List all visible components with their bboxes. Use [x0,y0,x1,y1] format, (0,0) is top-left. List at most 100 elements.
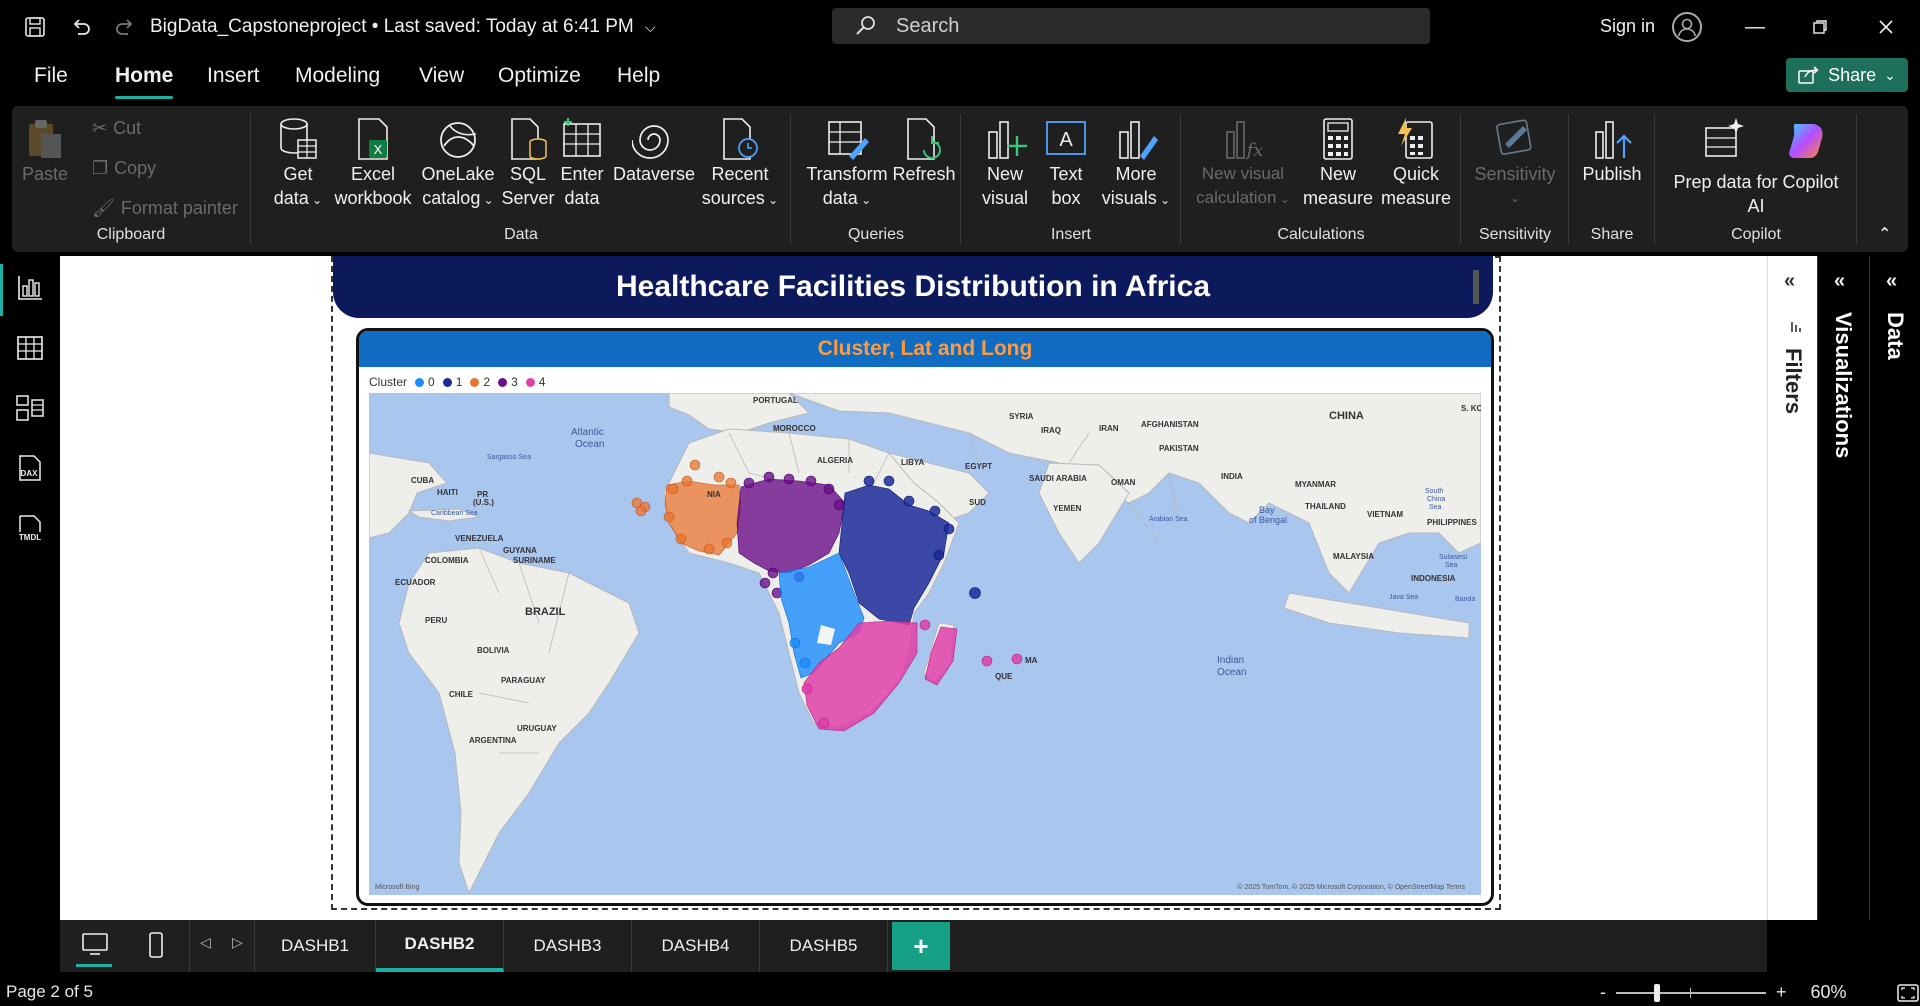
zoom-in-button[interactable]: + [1776,982,1787,1003]
visual-calculation-icon: fx [1226,121,1264,161]
map-label: ALGERIA [817,456,853,465]
visualizations-pane[interactable]: « Visualizations [1817,256,1869,920]
enter-data-button[interactable]: Enter data [554,116,610,210]
legend-label-2: 2 [483,375,491,389]
menu-file[interactable]: File [34,64,68,88]
zoom-level[interactable]: 60% [1811,982,1847,1003]
world-map[interactable]: PORTUGAL MOROCCO ALGERIA LIBYA EGYPT SYR… [369,393,1481,895]
map-label: MYANMAR [1295,480,1336,489]
restore-button[interactable] [1800,12,1840,42]
chevron-down-icon: ⌄ [1156,193,1171,207]
water-label: Bay [1259,505,1275,515]
share-button[interactable]: Share ⌄ [1786,58,1908,92]
cluster-0-point [799,657,811,669]
copy-button[interactable]: ❐ Copy [92,158,156,179]
map-attribution[interactable]: © 2025 TomTom, © 2025 Microsoft Corporat… [1237,883,1465,891]
publish-button[interactable]: Publish [1576,116,1648,186]
collapse-ribbon-icon[interactable]: ⌃ [1878,224,1891,244]
prep-data-copilot-icon-btn[interactable] [1682,116,1766,162]
map-label: MOROCCO [773,424,816,433]
desktop-layout-icon[interactable] [80,932,110,958]
sql-server-button[interactable]: SQL Server [500,116,556,210]
excel-workbook-button[interactable]: X Excel workbook [328,116,418,210]
legend-dot-1 [442,377,452,387]
paste-button[interactable]: Paste [20,116,70,186]
svg-text:fx: fx [1245,140,1264,161]
undo-icon[interactable] [68,14,94,40]
tmdl-view-icon[interactable]: TMDL [14,512,46,544]
map-label: BOLIVIA [477,646,510,655]
zoom-slider[interactable] [1616,983,1766,1002]
map-label: PAKISTAN [1159,444,1199,453]
chevron-down-icon[interactable]: ⌵ [645,19,656,35]
fit-to-page-icon[interactable] [1896,983,1919,1002]
tab-dashb1[interactable]: DASHB1 [254,920,376,972]
quick-measure-label-2: measure [1380,188,1452,208]
get-data-button[interactable]: Get data ⌄ [270,116,326,212]
prev-page-icon[interactable]: ◁ [200,934,211,951]
cut-button[interactable]: ✂ Cut [92,118,141,139]
collapse-visualizations-icon[interactable]: « [1834,270,1845,293]
legend-dot-2 [470,377,480,387]
menu-optimize[interactable]: Optimize [498,64,581,88]
more-visuals-button[interactable]: More visuals ⌄ [1098,116,1174,212]
sign-in-link[interactable]: Sign in [1600,16,1655,37]
search-input[interactable] [896,12,1396,40]
water-label: Arabian Sea [1149,516,1188,523]
table-view-icon[interactable] [14,332,46,364]
quick-measure-button[interactable]: Quick measure [1378,116,1454,210]
new-measure-button[interactable]: New measure [1300,116,1376,210]
dax-query-view-icon[interactable]: DAX [14,452,46,484]
minimize-button[interactable]: — [1735,12,1775,42]
model-view-icon[interactable] [14,392,46,424]
mobile-layout-icon[interactable] [148,932,164,958]
menu-modeling[interactable]: Modeling [295,64,380,88]
document-title[interactable]: BigData_Capstoneproject • Last saved: To… [150,16,656,38]
close-button[interactable] [1866,12,1906,42]
collapse-filters-icon[interactable]: « [1784,270,1795,293]
save-icon[interactable] [22,14,48,40]
map-label: (U.S.) [473,498,494,507]
add-page-button[interactable]: + [892,922,950,970]
calculations-group: fx New visual calculation ⌄ New measure … [1182,106,1460,252]
copilot-icon-btn[interactable] [1776,116,1840,162]
menu-home[interactable]: Home [115,64,173,88]
cluster-2-point [667,483,679,495]
sensitivity-button[interactable]: Sensitivity ⌄ [1470,116,1560,210]
header-scrollbar[interactable] [1473,270,1479,304]
avatar-icon[interactable] [1672,12,1702,42]
refresh-button[interactable]: Refresh [892,116,956,186]
tab-dashb2[interactable]: DASHB2 [376,920,504,972]
zoom-out-button[interactable]: - [1600,982,1606,1003]
tab-dashb3[interactable]: DASHB3 [504,920,632,972]
menu-insert[interactable]: Insert [207,64,260,88]
data-pane[interactable]: « Data [1869,256,1920,920]
chevron-down-icon: ⌄ [764,193,779,207]
redo-icon[interactable] [112,14,138,40]
report-canvas[interactable]: Healthcare Facilities Distribution in Af… [60,256,1767,920]
prep-data-copilot-button[interactable]: Prep data for Copilot AI [1656,170,1856,218]
onelake-catalog-button[interactable]: OneLake catalog ⌄ [418,116,498,212]
header-banner[interactable]: Healthcare Facilities Distribution in Af… [333,256,1493,318]
cluster-1-point [933,549,945,561]
new-visual-button[interactable]: New visual [978,116,1032,210]
transform-label-2: data [822,188,858,208]
new-visual-calculation-button[interactable]: fx New visual calculation ⌄ [1194,116,1292,211]
tab-dashb4[interactable]: DASHB4 [632,920,760,972]
text-box-button[interactable]: A Text box [1038,116,1094,210]
filters-pane[interactable]: « Filters [1767,256,1817,920]
zoom-slider-thumb[interactable] [1653,983,1660,1002]
recent-sources-button[interactable]: Recent sources ⌄ [698,116,782,212]
map-visual[interactable]: Cluster, Lat and Long Cluster 0 1 2 3 4 [356,328,1494,906]
format-painter-button[interactable]: 🖌 Format painter [92,198,238,219]
dataverse-button[interactable]: Dataverse [610,116,698,186]
menu-help[interactable]: Help [617,64,660,88]
report-view-icon[interactable] [14,272,46,304]
cluster-1-point [969,587,981,599]
collapse-data-icon[interactable]: « [1886,270,1897,293]
tab-dashb5[interactable]: DASHB5 [760,920,888,972]
search-box[interactable] [832,8,1430,44]
next-page-icon[interactable]: ▷ [232,934,243,951]
menu-view[interactable]: View [419,64,464,88]
transform-data-button[interactable]: Transform data ⌄ [802,116,892,212]
